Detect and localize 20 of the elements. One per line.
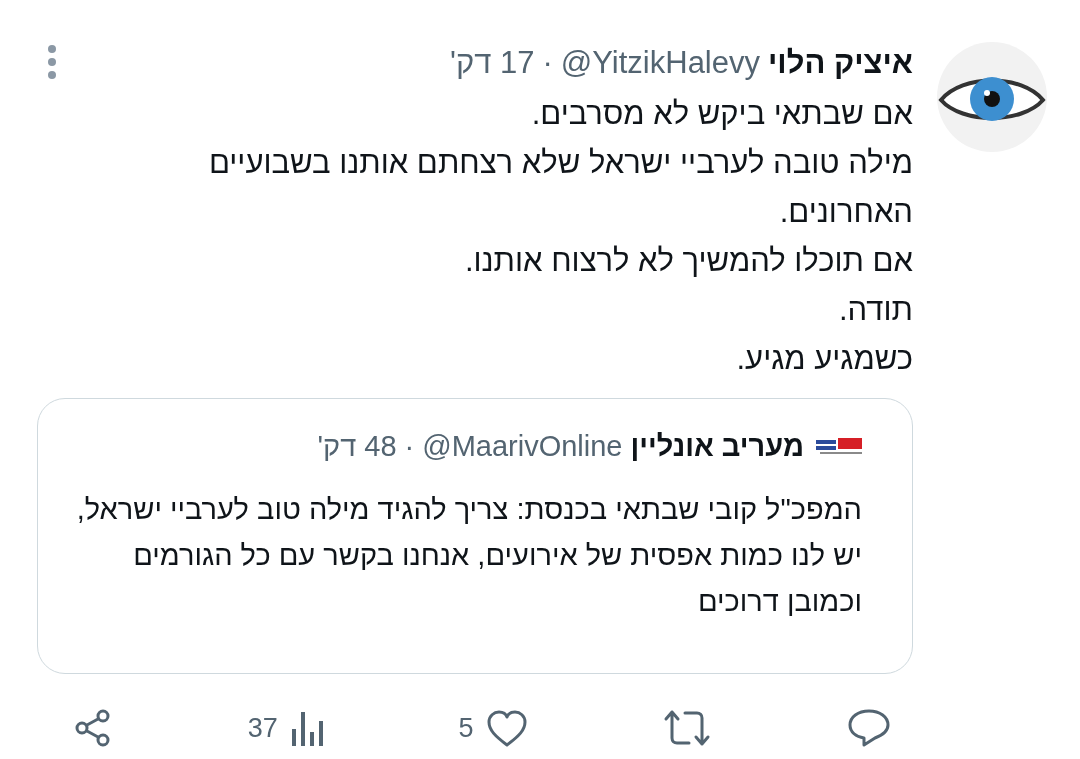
author-name[interactable]: מעריב אונליין xyxy=(630,424,804,468)
tweet-text: אם שבתאי ביקש לא מסרבים. xyxy=(530,94,913,133)
post-time[interactable]: 17 דק' xyxy=(450,40,535,87)
views-count: 37 xyxy=(247,711,278,745)
reply-icon[interactable] xyxy=(847,707,891,748)
separator-dot: · xyxy=(404,428,415,464)
quoted-post-text: המפכ"ל קובי שבתאי בכנסת: צריך להגיד מילה טוב לערביי ישראל, יש לנו כמות אפסית של אירועים, אנחנו בקשר עם כל הגורמים וכמובן דרוכים xyxy=(75,492,862,619)
separator-dot: · xyxy=(542,44,553,82)
more-options-icon[interactable] xyxy=(47,44,57,80)
like-count: 5 xyxy=(458,711,474,745)
author-handle[interactable]: @MaarivOnline xyxy=(422,424,623,468)
author-handle[interactable]: @YitzikHalevy xyxy=(560,40,760,87)
tweet-text: אם תוכלו להמשיך לא לרצוח אותנו. xyxy=(463,241,913,280)
tweet-text: תודה. xyxy=(838,290,913,329)
heart-icon[interactable] xyxy=(485,708,528,747)
tweet-text: מילה טובה לערביי ישראל שלא רצחתם אותנו בשבועיים האחרונים. xyxy=(207,143,913,231)
logo-icon xyxy=(816,436,862,457)
post-time[interactable]: 48 דק' xyxy=(317,424,397,468)
author-name[interactable]: איציק הלוי xyxy=(768,40,913,87)
tweet-text: כשמגיע מגיע. xyxy=(735,339,913,378)
